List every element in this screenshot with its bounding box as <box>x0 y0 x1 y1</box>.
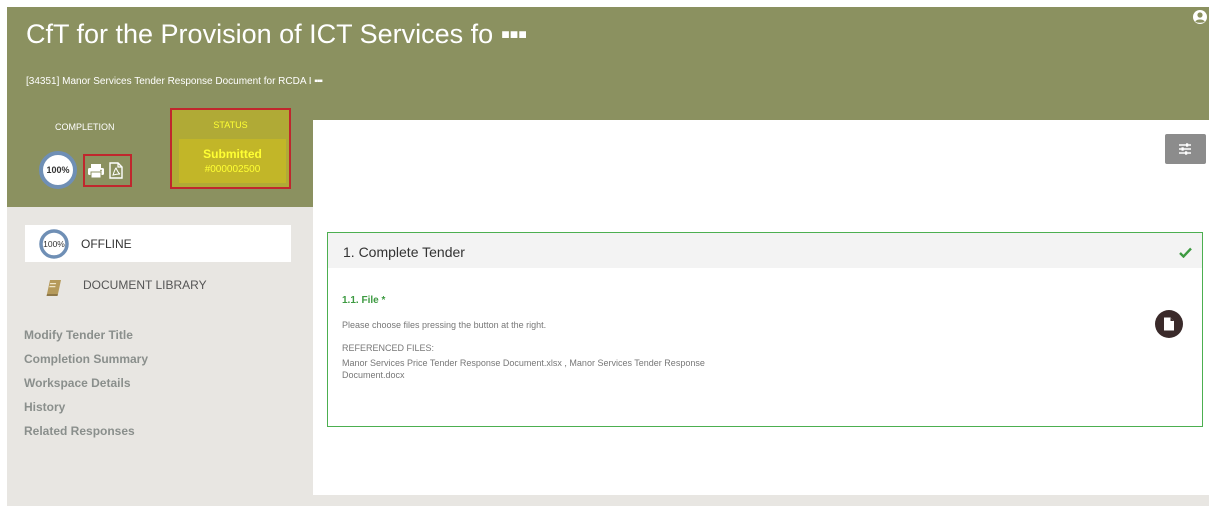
status-badge: Submitted #000002500 <box>179 139 286 183</box>
status-panel: STATUS Submitted #000002500 <box>170 108 291 189</box>
status-value: Submitted <box>203 147 262 161</box>
section-header[interactable]: 1. Complete Tender <box>328 233 1202 268</box>
title-ellipsis[interactable]: ▪▪▪ <box>501 19 528 49</box>
settings-button[interactable] <box>1165 134 1206 164</box>
field-title-text: 1.1. File <box>342 295 379 306</box>
file-icon <box>1164 317 1174 331</box>
offline-percent: 100% <box>43 239 65 249</box>
sidebar-item-document-library[interactable]: DOCUMENT LIBRARY <box>83 278 207 292</box>
sidebar-link-workspace-details[interactable]: Workspace Details <box>24 376 131 390</box>
sidebar-link-related-responses[interactable]: Related Responses <box>24 424 135 438</box>
completion-percent: 100% <box>46 165 69 175</box>
main-panel: 1. Complete Tender 1.1. File * Please ch… <box>313 120 1209 495</box>
page-subtitle-text: [34351] Manor Services Tender Response D… <box>26 76 312 87</box>
field-title: 1.1. File * <box>342 295 385 306</box>
field-help-text: Please choose files pressing the button … <box>342 320 547 330</box>
completion-label: COMPLETION <box>55 122 115 132</box>
status-number: #000002500 <box>204 164 261 175</box>
page-title-text: CfT for the Provision of ICT Services fo <box>26 19 494 49</box>
section-complete-tender: 1. Complete Tender 1.1. File * Please ch… <box>327 232 1203 427</box>
completion-progress-ring: 100% <box>38 150 78 195</box>
choose-file-button[interactable] <box>1155 310 1183 338</box>
book-icon <box>45 279 63 302</box>
referenced-files-list: Manor Services Price Tender Response Doc… <box>342 358 705 380</box>
page-title: CfT for the Provision of ICT Services fo… <box>26 19 528 50</box>
page-subtitle: [34351] Manor Services Tender Response D… <box>26 76 323 87</box>
export-icons-highlight <box>83 154 132 187</box>
sidebar-item-label: OFFLINE <box>81 237 132 251</box>
user-circle-icon[interactable] <box>1192 9 1208 30</box>
app-frame: CfT for the Provision of ICT Services fo… <box>7 7 1209 506</box>
referenced-files-label: REFERENCED FILES: <box>342 343 435 353</box>
offline-progress-ring: 100% <box>37 229 71 264</box>
subtitle-ellipsis[interactable]: ▪▪▪ <box>314 76 323 87</box>
sliders-icon <box>1179 143 1191 155</box>
sidebar-link-history[interactable]: History <box>24 400 65 414</box>
check-icon <box>1179 245 1192 263</box>
required-mark: * <box>381 295 386 306</box>
sidebar-item-offline[interactable]: 100% OFFLINE <box>25 225 291 262</box>
sidebar-link-completion-summary[interactable]: Completion Summary <box>24 352 148 366</box>
section-title: 1. Complete Tender <box>343 244 465 260</box>
sidebar-link-modify-tender-title[interactable]: Modify Tender Title <box>24 328 133 342</box>
status-label: STATUS <box>213 120 248 130</box>
